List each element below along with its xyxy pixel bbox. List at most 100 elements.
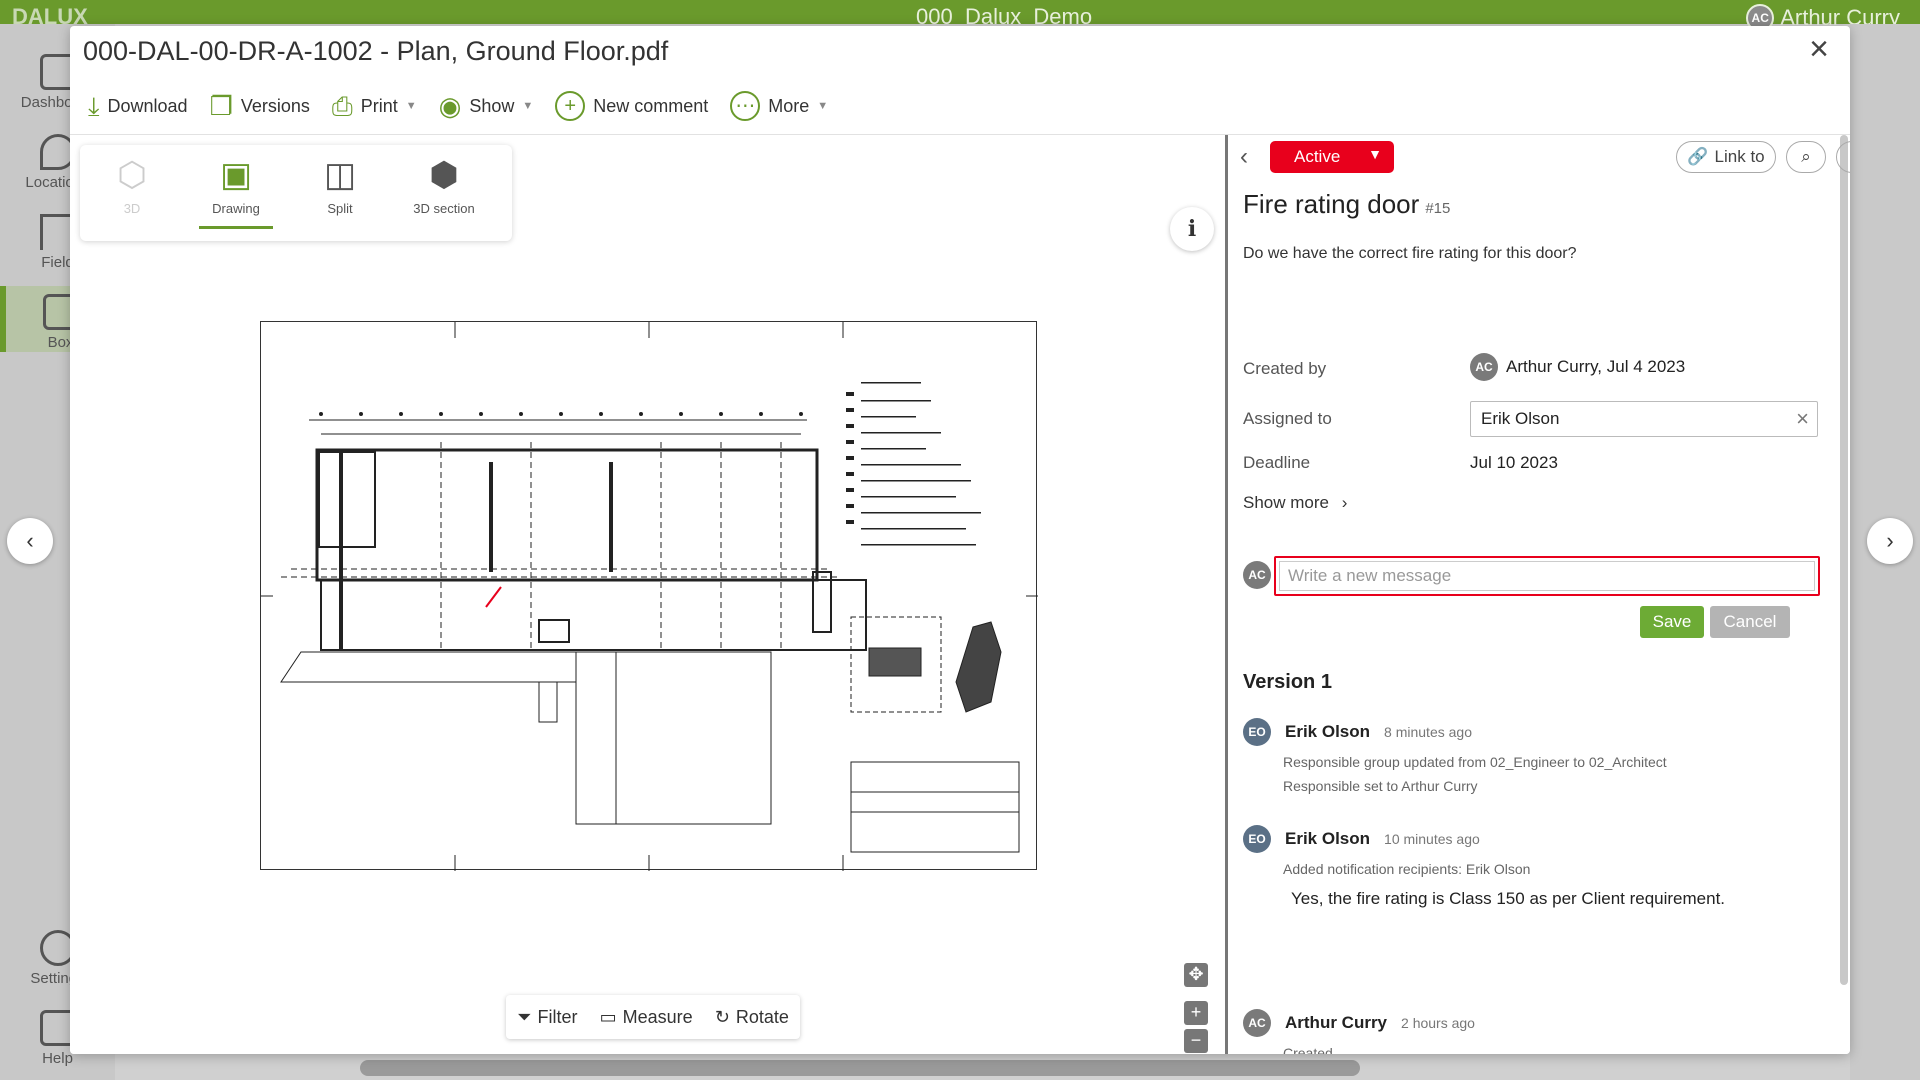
panel-scrollbar[interactable] (1840, 135, 1848, 985)
caret-down-icon: ▼ (405, 100, 417, 112)
mode-3d: ⬡ 3D (80, 145, 184, 241)
drawing-viewer[interactable]: ⬡ 3D ▣ Drawing ◫ Split ⬢ 3D section i ⏷ … (70, 135, 1225, 1054)
info-button[interactable]: i (1170, 207, 1214, 251)
rotate-label: Rotate (735, 1006, 789, 1027)
info-icon: i (1187, 216, 1197, 242)
show-label: Show (469, 95, 515, 116)
status-label: Active (1294, 147, 1341, 166)
watchers-button[interactable]: ◉ 3 (1836, 141, 1850, 173)
mode-label: Split (327, 201, 353, 216)
clear-icon[interactable]: × (1796, 406, 1809, 432)
deadline-value[interactable]: Jul 10 2023 (1470, 453, 1558, 473)
history-time: 10 minutes ago (1384, 831, 1480, 847)
history-author: Erik Olson (1285, 829, 1371, 848)
created-by-label: Created by (1243, 359, 1327, 378)
mode-drawing[interactable]: ▣ Drawing (184, 145, 288, 241)
history-entry: EO Erik Olson 10 minutes ago Added notif… (1243, 825, 1823, 909)
document-modal: 000-DAL-00-DR-A-1002 - Plan, Ground Floo… (70, 26, 1850, 1054)
more-dots-icon: ⋯ (730, 91, 761, 121)
versions-label: Versions (240, 95, 310, 116)
back-chevron-icon[interactable]: ‹ (1240, 143, 1248, 171)
history-line: Responsible set to Arthur Curry (1283, 778, 1478, 794)
download-button[interactable]: ⤓ Download (88, 93, 188, 119)
printer-icon: ⎙ (331, 91, 353, 121)
mode-3d-section[interactable]: ⬢ 3D section (392, 145, 496, 241)
link-to-button[interactable]: 🔗 Link to (1676, 141, 1776, 173)
chevron-right-icon: › (1341, 493, 1348, 512)
section-cube-icon: ⬢ (429, 156, 459, 194)
caret-down-icon: ▼ (522, 100, 534, 112)
show-button[interactable]: ◉ Show ▼ (439, 93, 534, 119)
avatar: EO (1243, 718, 1271, 746)
mode-label: 3D (123, 201, 141, 216)
mode-split[interactable]: ◫ Split (288, 145, 392, 241)
assigned-to-value: Erik Olson (1481, 409, 1560, 428)
fit-to-screen-button[interactable]: ✥ (1184, 963, 1208, 987)
avatar: AC (1243, 561, 1271, 589)
split-icon: ◫ (323, 156, 357, 194)
print-button[interactable]: ⎙ Print ▼ (332, 93, 417, 119)
document-toolbar: ⤓ Download ❐ Versions ⎙ Print ▼ ◉ Show ▼… (88, 86, 850, 126)
issue-description: Do we have the correct fire rating for t… (1243, 245, 1577, 262)
document-title: 000-DAL-00-DR-A-1002 - Plan, Ground Floo… (83, 36, 669, 66)
link-to-label: Link to (1714, 147, 1765, 166)
rotate-icon: ↻ (714, 1006, 730, 1027)
status-dropdown[interactable]: Active ▼ (1270, 141, 1394, 173)
rotate-button[interactable]: ↻ Rotate (715, 1007, 789, 1028)
zoom-out-button[interactable]: − (1184, 1029, 1208, 1053)
new-message-input[interactable] (1279, 561, 1815, 591)
new-comment-button[interactable]: + New comment (555, 91, 708, 121)
issue-number: #15 (1425, 200, 1451, 217)
measure-button[interactable]: ▭ Measure (600, 1007, 693, 1028)
link-icon: 🔗 (1687, 147, 1709, 166)
view-mode-switcher: ⬡ 3D ▣ Drawing ◫ Split ⬢ 3D section (80, 145, 512, 241)
more-button[interactable]: ⋯ More ▼ (730, 91, 828, 121)
previous-document-button[interactable]: ‹ (7, 518, 53, 564)
created-by-value: AC Arthur Curry, Jul 4 2023 (1470, 353, 1685, 381)
avatar: AC (1470, 353, 1498, 381)
filter-label: Filter (537, 1006, 578, 1027)
app-top-bar: 000_Dalux_Demo AC Arthur Curry (0, 0, 1920, 32)
version-heading: Version 1 (1243, 671, 1332, 693)
drawing-icon: ▣ (219, 156, 253, 194)
mode-label: Drawing (212, 201, 260, 216)
versions-button[interactable]: ❐ Versions (210, 93, 310, 119)
issue-title: Fire rating door #15 (1243, 189, 1450, 220)
viewer-bottom-toolbar: ⏷ Filter ▭ Measure ↻ Rotate (506, 995, 800, 1039)
avatar: EO (1243, 825, 1271, 853)
cube-icon: ⬡ (117, 156, 147, 194)
fit-icon: ✥ (1188, 964, 1204, 984)
history-line: Created (1283, 1045, 1333, 1054)
versions-icon: ❐ (209, 91, 233, 121)
minus-icon: − (1190, 1030, 1202, 1050)
chevron-left-icon: ‹ (26, 528, 34, 553)
chevron-right-icon: › (1886, 528, 1894, 553)
cancel-button[interactable]: Cancel (1710, 606, 1790, 638)
filter-button[interactable]: ⏷ Filter (517, 1007, 577, 1028)
plus-icon: + (1190, 1002, 1202, 1022)
assigned-to-label: Assigned to (1243, 409, 1332, 428)
deadline-label: Deadline (1243, 453, 1311, 472)
more-label: More (768, 95, 810, 116)
save-button[interactable]: Save (1640, 606, 1704, 638)
assigned-to-field[interactable]: Erik Olson × (1470, 401, 1818, 437)
floor-plan-drawing[interactable] (260, 321, 1038, 871)
history-author: Arthur Curry (1285, 1013, 1388, 1032)
avatar: AC (1243, 1009, 1271, 1037)
comment-search-button[interactable]: ⌕ (1786, 141, 1826, 173)
chat-search-icon: ⌕ (1801, 147, 1811, 166)
show-more-label: Show more (1243, 493, 1329, 512)
print-label: Print (360, 95, 398, 116)
funnel-icon: ⏷ (517, 1006, 532, 1027)
history-time: 8 minutes ago (1384, 724, 1472, 740)
mode-label: 3D section (413, 201, 475, 216)
background-horizontal-scrollbar[interactable] (360, 1060, 1360, 1076)
history-line: Responsible group updated from 02_Engine… (1283, 754, 1667, 770)
zoom-in-button[interactable]: + (1184, 1001, 1208, 1025)
close-button[interactable]: × (1802, 32, 1836, 68)
next-document-button[interactable]: › (1867, 518, 1913, 564)
created-by-text: Arthur Curry, Jul 4 2023 (1506, 357, 1686, 376)
download-label: Download (107, 95, 188, 116)
show-more-link[interactable]: Show more › (1243, 493, 1347, 513)
caret-down-icon: ▼ (817, 100, 829, 112)
